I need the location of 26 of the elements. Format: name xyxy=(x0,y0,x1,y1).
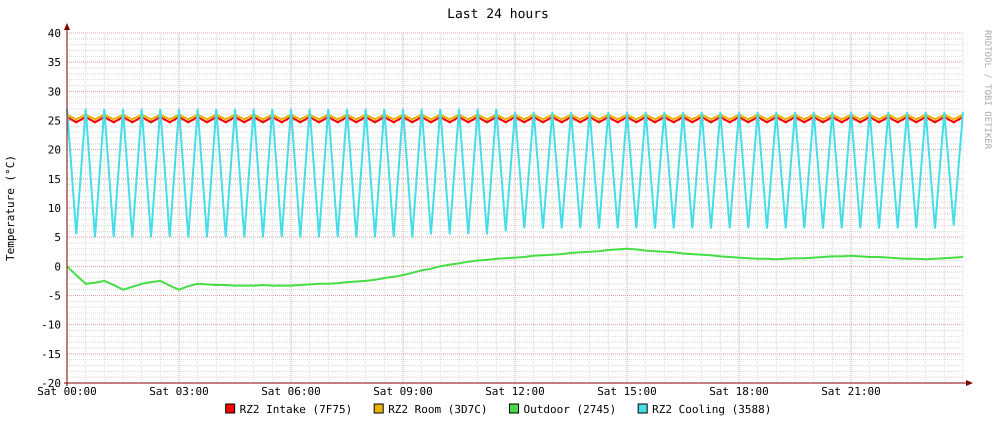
y-tick-label: 30 xyxy=(48,85,61,98)
y-tick-label: -10 xyxy=(41,318,61,332)
chart-title: Last 24 hours xyxy=(447,7,549,22)
credit-text: RRDTOOL / TOBI OETIKER xyxy=(982,30,992,150)
x-tick-label: Sat 15:00 xyxy=(597,385,657,398)
y-tick-label: 40 xyxy=(48,27,61,40)
y-tick-label: 20 xyxy=(48,144,61,157)
legend-label: RZ2 Room (3D7C) xyxy=(388,403,488,416)
y-tick-label: 15 xyxy=(48,172,61,186)
legend-label: RZ2 Intake (7F75) xyxy=(240,403,352,416)
legend-label: Outdoor (2745) xyxy=(524,403,616,416)
x-tick-label: Sat 21:00 xyxy=(821,385,881,398)
legend-label: RZ2 Cooling (3588) xyxy=(652,403,772,416)
x-tick-label: Sat 03:00 xyxy=(149,385,209,398)
y-tick-label: 35 xyxy=(48,56,61,70)
y-tick-label: 25 xyxy=(48,114,61,128)
y-tick-label: 10 xyxy=(48,202,61,215)
y-tick-label: 5 xyxy=(54,231,61,244)
y-tick-label: -5 xyxy=(48,290,61,302)
x-tick-label: Sat 18:00 xyxy=(709,385,769,398)
x-tick-label: Sat 12:00 xyxy=(485,385,545,398)
y-tick-label: -15 xyxy=(41,348,61,361)
y-tick-label: 0 xyxy=(54,260,61,274)
x-tick-label: Sat 09:00 xyxy=(373,385,433,398)
x-tick-label: Sat 06:00 xyxy=(261,385,321,398)
y-axis-title: Temperature (°C) xyxy=(4,155,17,261)
